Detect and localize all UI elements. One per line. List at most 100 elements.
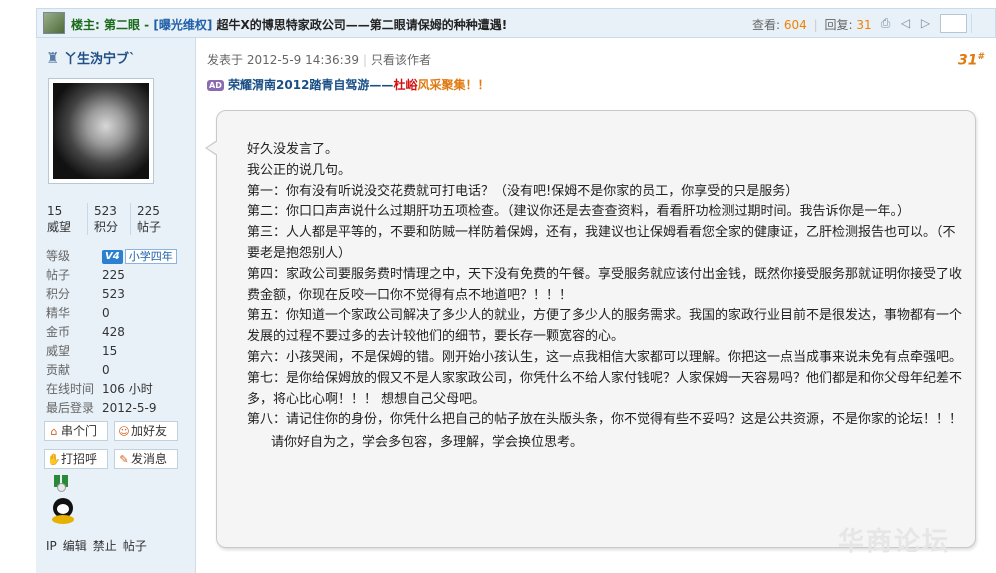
visit-button[interactable]: ⌂ 串个门	[44, 421, 108, 441]
views-label: 查看:	[752, 18, 784, 32]
info-row: 金币 428	[46, 323, 191, 342]
info-value: 428	[102, 325, 125, 339]
info-row: 贡献 0	[46, 361, 191, 380]
thread-category-badge[interactable]: [曝光维权]	[153, 18, 212, 32]
views-count: 604	[783, 18, 807, 32]
stat-label: 积分	[94, 220, 119, 234]
info-value: 0	[102, 306, 110, 320]
replies-count: 31	[856, 18, 872, 32]
page-jump-input[interactable]	[940, 14, 967, 33]
floor-number-text: 31	[958, 52, 978, 69]
thread-title[interactable]: 楼主: 第二眼 - [曝光维权] 超牛X的博思特家政公司——第二眼请保姆的种种遭…	[71, 16, 507, 33]
info-row: 帖子 225	[46, 266, 191, 285]
ad-text-tail: 风采聚集！！	[417, 78, 490, 92]
post-content: 好久没发言了。 我公正的说几句。 第一：你有没有听说没交花费就可打电话？（没有吧…	[247, 140, 965, 454]
print-icon[interactable]: ⎙	[878, 16, 893, 30]
stat-posts[interactable]: 225 帖子	[130, 203, 173, 235]
info-label: 等级	[46, 249, 71, 263]
add-friend-icon: ☺	[118, 425, 130, 438]
qq-penguin-icon[interactable]	[50, 498, 76, 526]
info-value: 106 小时	[102, 382, 153, 396]
prev-thread-icon[interactable]: ◁	[898, 16, 913, 30]
moderator-links: IP 编辑 禁止 帖子	[46, 537, 153, 554]
medal-icon[interactable]	[52, 475, 72, 493]
info-label: 威望	[46, 344, 71, 358]
thread-title-bar: 楼主: 第二眼 - [曝光维权] 超牛X的博思特家政公司——第二眼请保姆的种种遭…	[36, 8, 996, 38]
stat-label: 威望	[47, 220, 72, 234]
info-label: 最后登录	[46, 401, 95, 415]
edit-link[interactable]: 编辑	[63, 539, 87, 553]
ad-icon: AD	[207, 80, 224, 91]
avatar[interactable]	[48, 78, 154, 184]
post-closing-line: 请你好自为之，学会多包容，多理解，学会换位思考。	[271, 435, 584, 451]
greet-label: 打招呼	[61, 452, 98, 466]
ad-text-highlight: 杜峪	[393, 78, 418, 92]
post-line: 好久没发言了。	[247, 142, 339, 157]
avatar-image	[53, 83, 149, 179]
post-line: 第五：你知道一个家政公司解决了多少人的就业，方便了多少人的服务需求。我国的家政行…	[247, 308, 963, 345]
next-thread-icon[interactable]: ▷	[918, 16, 933, 30]
post-line: 第二：你口口声声说什么过期肝功五项检查。（建议你还是去查查资料，看看肝功检测过期…	[247, 204, 911, 220]
user-status-icon: ♜	[46, 48, 60, 67]
info-value: 225	[102, 268, 125, 282]
only-author-link[interactable]: 只看该作者	[371, 53, 431, 67]
forum-page: 楼主: 第二眼 - [曝光维权] 超牛X的博思特家政公司——第二眼请保姆的种种遭…	[0, 0, 996, 573]
add-friend-button[interactable]: ☺加好友	[114, 421, 178, 441]
user-stat-summary: 15 威望 523 积分 225 帖子	[44, 203, 174, 235]
floor-mark: #	[977, 52, 984, 62]
thread-title-text[interactable]: 超牛X的博思特家政公司——第二眼请保姆的种种遭遇!	[212, 18, 507, 32]
floor-number[interactable]: 31#	[958, 52, 984, 69]
thread-author-prefix: 楼主: 第二眼 -	[71, 18, 154, 32]
info-label: 贡献	[46, 363, 71, 377]
toolbar-divider	[971, 14, 972, 33]
send-message-label: 发消息	[131, 452, 168, 466]
replies-label: 回复:	[824, 18, 857, 32]
stat-label: 帖子	[137, 220, 162, 234]
info-row: 在线时间 106 小时	[46, 380, 191, 399]
post-meta: 发表于 2012-5-9 14:36:39 | 只看该作者	[207, 53, 432, 67]
info-value: 15	[102, 344, 118, 358]
ip-link[interactable]: IP	[46, 539, 57, 553]
ad-text-part: 荣耀渭南2012踏青自驾游——	[228, 78, 394, 92]
user-level-row: 等级 V4 小学四年	[46, 247, 191, 266]
info-row: 威望 15	[46, 342, 191, 361]
bubble-tail-inner	[207, 141, 218, 155]
info-value: 523	[102, 287, 125, 301]
ban-link[interactable]: 禁止	[93, 539, 117, 553]
info-label: 在线时间	[46, 382, 95, 396]
info-label: 金币	[46, 325, 71, 339]
info-row: 精华 0	[46, 304, 191, 323]
username-text[interactable]: 丫生沩宁ブ`	[64, 52, 136, 67]
info-value: 0	[102, 363, 110, 377]
visit-label: 串个门	[61, 424, 98, 438]
send-message-button[interactable]: ✎ 发消息	[114, 449, 178, 469]
stat-value: 225	[137, 204, 160, 218]
info-label: 帖子	[46, 268, 71, 282]
ad-link[interactable]: AD 荣耀渭南2012踏青自驾游——杜峪风采聚集！！	[207, 76, 489, 93]
stat-value: 523	[94, 204, 117, 218]
info-label: 精华	[46, 306, 71, 320]
greet-button[interactable]: ✋打招呼	[44, 449, 108, 469]
add-friend-label: 加好友	[131, 424, 168, 438]
stat-prestige[interactable]: 15 威望	[44, 203, 87, 235]
message-icon: ✎	[119, 453, 129, 466]
post-line: 第六：小孩哭闹，不是保姆的错。刚开始小孩认生，这一点我相信大家都可以理解。你把这…	[247, 349, 963, 365]
info-label: 积分	[46, 287, 71, 301]
wave-icon: ✋	[47, 453, 61, 466]
stat-points[interactable]: 523 积分	[87, 203, 130, 235]
username[interactable]: ♜ 丫生沩宁ブ`	[46, 48, 136, 68]
user-sidebar: ♜ 丫生沩宁ブ` 15 威望 523 积分 225 帖子 等级 V4 小学四年 帖子 225 …	[36, 38, 196, 573]
home-icon: ⌂	[50, 425, 58, 438]
post-time: 发表于 2012-5-9 14:36:39	[207, 53, 359, 67]
level-name[interactable]: 小学四年	[124, 249, 177, 264]
post-line: 我公正的说几句。	[247, 162, 352, 178]
info-row: 最后登录 2012-5-9	[46, 399, 191, 418]
post-line: 第四：家政公司要服务费时情理之中，天下没有免费的午餐。享受服务就应该付出金钱，既…	[247, 266, 963, 303]
thread-thumbnail	[43, 12, 65, 34]
post-line: 第八：请记住你的身份，你凭什么把自己的帖子放在头版头条，你不觉得有些不妥吗？这是…	[247, 412, 963, 428]
level-badge: V4	[102, 249, 123, 264]
info-value: 2012-5-9	[102, 401, 157, 415]
watermark: 华商论坛	[838, 527, 951, 557]
posts-link[interactable]: 帖子	[123, 539, 147, 553]
stat-value: 15	[47, 204, 63, 218]
